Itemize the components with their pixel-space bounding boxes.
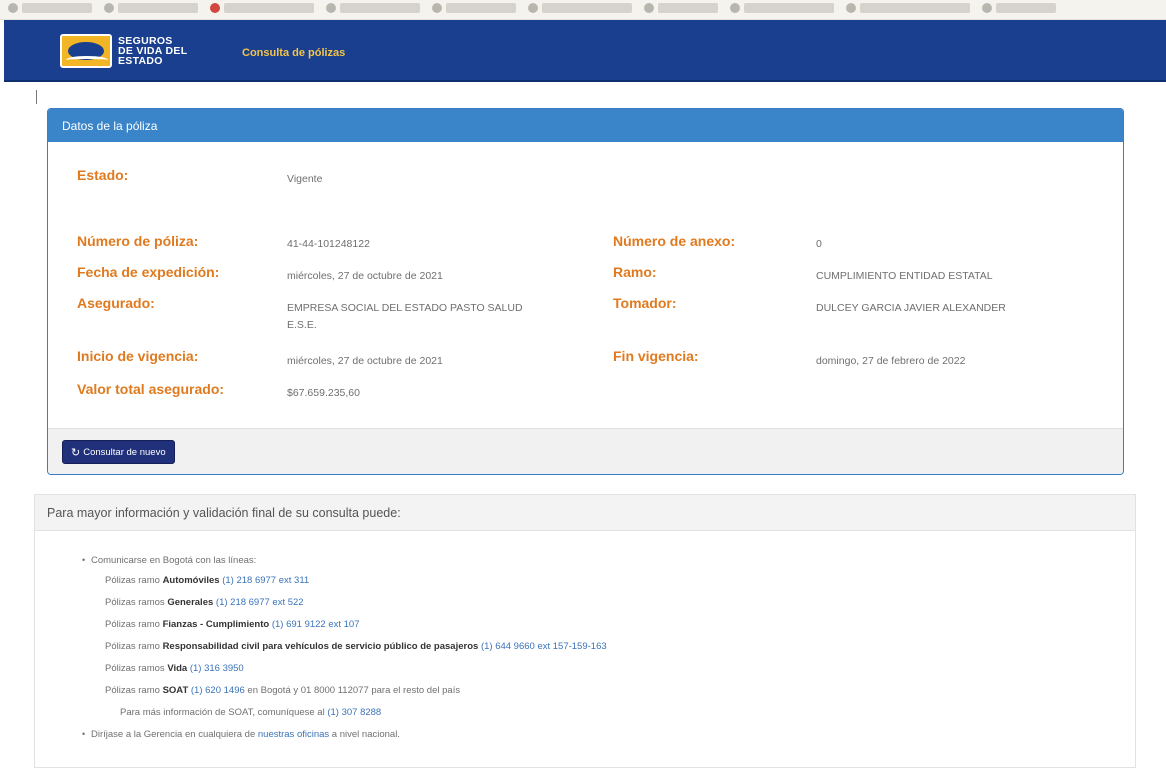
browser-bookmarks-bar — [0, 0, 1166, 20]
bookmark-item[interactable] — [446, 3, 516, 13]
fin-vigencia-value: domingo, 27 de febrero de 2022 — [816, 355, 966, 367]
policy-data-panel: Datos de la póliza Estado: Vigente Númer… — [47, 108, 1124, 475]
numero-anexo-value: 0 — [816, 238, 822, 250]
bookmark-item[interactable] — [542, 3, 632, 13]
bookmark-icon[interactable] — [104, 3, 114, 13]
bookmark-icon[interactable] — [326, 3, 336, 13]
fecha-expedicion-label: Fecha de expedición: — [77, 264, 220, 280]
line-automoviles: Pólizas ramo Automóviles (1) 218 6977 ex… — [105, 575, 309, 586]
bookmark-icon[interactable] — [528, 3, 538, 13]
estado-value: Vigente — [287, 173, 323, 185]
contact-info-panel: Para mayor información y validación fina… — [34, 494, 1136, 768]
asegurado-label: Asegurado: — [77, 295, 155, 311]
phone-link-vida[interactable]: (1) 316 3950 — [190, 663, 244, 674]
consult-again-button[interactable]: ↻ Consultar de nuevo — [62, 440, 175, 464]
line-soat: Pólizas ramo SOAT (1) 620 1496 en Bogotá… — [105, 685, 460, 696]
line-fianzas: Pólizas ramo Fianzas - Cumplimiento (1) … — [105, 619, 360, 630]
consult-again-label: Consultar de nuevo — [83, 446, 166, 458]
ramo-value: CUMPLIMIENTO ENTIDAD ESTATAL — [816, 270, 993, 282]
bookmark-icon[interactable] — [982, 3, 992, 13]
info-panel-title: Para mayor información y validación fina… — [35, 495, 1135, 531]
logo-emblem-icon — [60, 34, 112, 68]
nav-link-consulta-polizas[interactable]: Consulta de pólizas — [242, 47, 345, 59]
valor-total-label: Valor total asegurado: — [77, 381, 225, 397]
bookmark-item[interactable] — [118, 3, 198, 13]
line-prefix: Pólizas ramo — [105, 641, 163, 652]
phone-link-fianzas[interactable]: (1) 691 9122 ext 107 — [272, 619, 360, 630]
brand-line-3: ESTADO — [118, 55, 163, 67]
bookmark-item[interactable] — [996, 3, 1056, 13]
bookmark-item[interactable] — [340, 3, 420, 13]
bookmark-item[interactable] — [224, 3, 314, 13]
line-ramo: Fianzas - Cumplimiento — [162, 619, 270, 630]
line-ramo: SOAT — [162, 685, 189, 696]
estado-label: Estado: — [77, 167, 129, 183]
line-prefix: Pólizas ramos — [105, 663, 168, 674]
inicio-vigencia-value: miércoles, 27 de octubre de 2021 — [287, 355, 443, 367]
bookmark-icon[interactable] — [8, 3, 18, 13]
line-suffix: en Bogotá y 01 8000 112077 para el resto… — [244, 685, 461, 696]
phone-link-soat[interactable]: (1) 620 1496 — [191, 685, 245, 696]
bookmark-item[interactable] — [658, 3, 718, 13]
line-generales: Pólizas ramos Generales (1) 218 6977 ext… — [105, 597, 304, 608]
ramo-label: Ramo: — [613, 264, 657, 280]
fin-vigencia-label: Fin vigencia: — [613, 348, 699, 364]
site-navbar: SEGUROS DE VIDA DEL ESTADO Consulta de p… — [4, 20, 1166, 82]
tomador-value: DULCEY GARCIA JAVIER ALEXANDER — [816, 302, 1006, 314]
bookmark-icon[interactable] — [730, 3, 740, 13]
line-prefix: Pólizas ramo — [105, 619, 163, 630]
line-suffix: a nivel nacional. — [329, 729, 400, 740]
bookmark-icon[interactable] — [846, 3, 856, 13]
line-prefix: Pólizas ramos — [105, 597, 168, 608]
numero-poliza-label: Número de póliza: — [77, 233, 199, 249]
bookmark-icon[interactable] — [432, 3, 442, 13]
line-ramo: Automóviles — [162, 575, 220, 586]
bookmark-item[interactable] — [22, 3, 92, 13]
brand-name: SEGUROS DE VIDA DEL ESTADO — [118, 36, 218, 67]
line-vida: Pólizas ramos Vida (1) 316 3950 — [105, 663, 244, 674]
offices-link[interactable]: nuestras oficinas — [258, 729, 329, 740]
line-responsabilidad-civil: Pólizas ramo Responsabilidad civil para … — [105, 641, 607, 652]
phone-link-soat-info[interactable]: (1) 307 8288 — [327, 707, 381, 718]
panel-title: Datos de la póliza — [48, 109, 1123, 142]
bookmark-icon[interactable] — [644, 3, 654, 13]
bookmark-item[interactable] — [744, 3, 834, 13]
asegurado-value: EMPRESA SOCIAL DEL ESTADO PASTO SALUD E.… — [287, 302, 523, 331]
bookmark-icon[interactable] — [210, 3, 220, 13]
numero-anexo-label: Número de anexo: — [613, 233, 736, 249]
bookmark-item[interactable] — [860, 3, 970, 13]
fecha-expedicion-value: miércoles, 27 de octubre de 2021 — [287, 270, 443, 282]
line-ramo: Vida — [167, 663, 188, 674]
valor-total-value: $67.659.235,60 — [287, 387, 360, 399]
line-ramo: Generales — [167, 597, 214, 608]
line-ramo: Responsabilidad civil para vehículos de … — [162, 641, 479, 652]
refresh-icon: ↻ — [71, 446, 81, 459]
brand-logo[interactable]: SEGUROS DE VIDA DEL ESTADO — [60, 34, 218, 68]
info-item-phone-lines: Comunicarse en Bogotá con las líneas: — [91, 555, 257, 566]
line-prefix: Pólizas ramo — [105, 575, 163, 586]
line-soat-more-info: Para más información de SOAT, comuníques… — [120, 707, 381, 718]
line-prefix: Para más información de SOAT, comuníques… — [120, 707, 328, 718]
tomador-label: Tomador: — [613, 295, 677, 311]
list-bullet: • — [82, 555, 86, 565]
numero-poliza-value: 41-44-101248122 — [287, 238, 370, 250]
phone-link-responsabilidad-civil[interactable]: (1) 644 9660 ext 157-159-163 — [481, 641, 607, 652]
inicio-vigencia-label: Inicio de vigencia: — [77, 348, 199, 364]
phone-link-automoviles[interactable]: (1) 218 6977 ext 311 — [222, 575, 309, 586]
panel-footer: ↻ Consultar de nuevo — [48, 428, 1123, 474]
list-bullet: • — [82, 729, 86, 739]
phone-link-generales[interactable]: (1) 218 6977 ext 522 — [216, 597, 304, 608]
info-item-offices: Diríjase a la Gerencia en cualquiera de … — [91, 729, 400, 740]
text-cursor — [36, 90, 37, 104]
line-prefix: Pólizas ramo — [105, 685, 163, 696]
line-prefix: Diríjase a la Gerencia en cualquiera de — [91, 729, 258, 740]
